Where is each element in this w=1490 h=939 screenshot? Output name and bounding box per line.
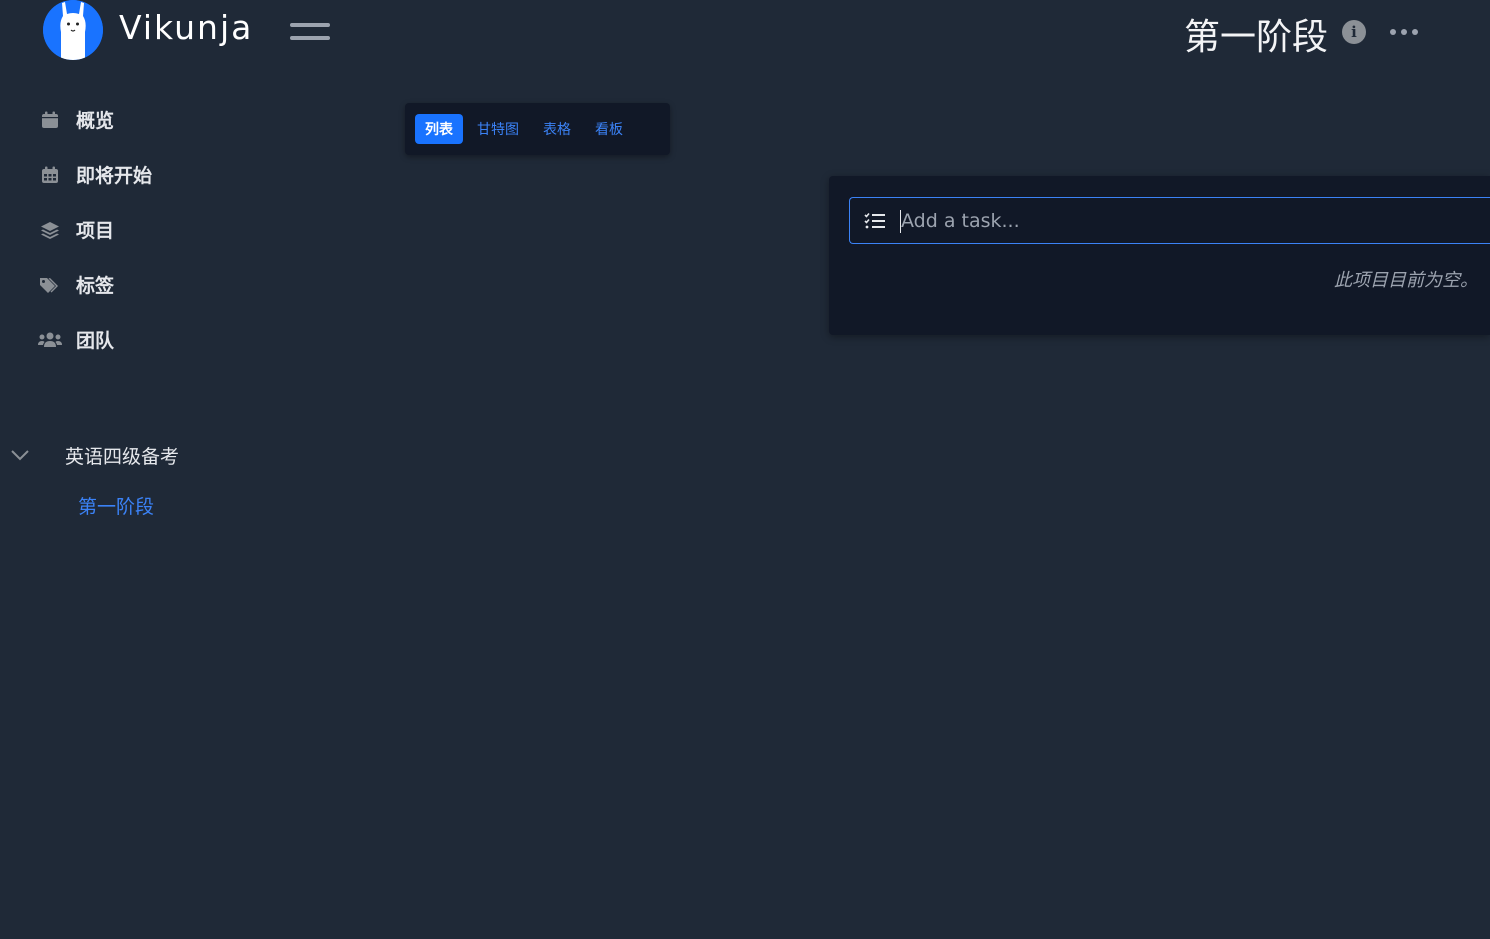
sidebar-item-label: 团队 [76,330,115,352]
sidebar-item-teams[interactable]: 团队 [36,312,152,367]
chevron-down-icon[interactable] [8,443,32,467]
calendar-grid-icon [36,161,64,189]
project-title: 第一阶段 [1183,17,1328,58]
sidebar-item-overview[interactable]: 概览 [36,92,152,147]
logo[interactable]: Vikunja [43,0,253,60]
sidebar-item-label: 标签 [76,275,115,297]
app-name: Vikunja [119,7,254,47]
tab-list[interactable]: 列表 [415,114,463,144]
text-caret [900,210,901,233]
tasks-list-icon [850,212,900,230]
empty-project-message: 此项目目前为空。 [1334,270,1478,291]
sidebar-item-label: 概览 [76,110,115,132]
view-switcher: 列表 甘特图 表格 看板 [405,103,670,155]
info-icon[interactable]: i [1342,20,1366,44]
tab-kanban[interactable]: 看板 [585,114,633,144]
project-parent-item[interactable]: 英语四级备考 [8,430,179,480]
users-icon [36,326,64,354]
layers-icon [36,216,64,244]
tags-icon [36,271,64,299]
project-child-item[interactable]: 第一阶段 [78,492,154,519]
sidebar-nav: 概览 即将开始 项目 标签 团队 [36,92,152,367]
menu-toggle-icon[interactable] [290,22,330,42]
sidebar-item-projects[interactable]: 项目 [36,202,152,257]
project-parent-label: 英语四级备考 [65,445,180,468]
llama-logo-icon [43,0,103,60]
app-page: Vikunja 第一阶段 i 概览 即将开始 项目 标签 团队 英语四级备考 第… [0,0,1490,939]
add-task-field[interactable] [849,197,1490,244]
tab-gantt[interactable]: 甘特图 [467,114,529,144]
sidebar-item-label: 项目 [76,220,115,242]
more-options-icon[interactable] [1390,24,1418,40]
task-list-card: 此项目目前为空。 [829,176,1490,335]
sidebar-item-labels[interactable]: 标签 [36,257,152,312]
calendar-icon [36,106,64,134]
sidebar-item-upcoming[interactable]: 即将开始 [36,147,152,202]
sidebar-item-label: 即将开始 [76,165,153,187]
project-tree: 英语四级备考 第一阶段 [8,430,179,518]
add-task-input[interactable] [900,198,1490,243]
tab-table[interactable]: 表格 [533,114,581,144]
